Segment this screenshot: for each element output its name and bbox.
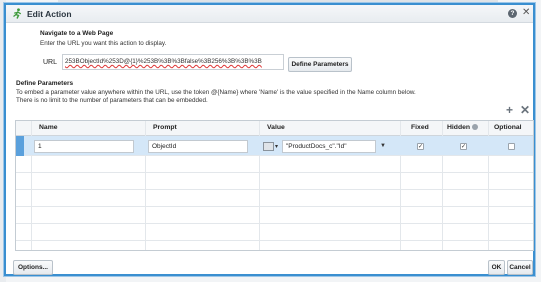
column-header-name: Name: [39, 124, 58, 131]
empty-row: [16, 156, 533, 173]
column-selector-icon[interactable]: [263, 142, 274, 151]
column-header-value: Value: [267, 124, 285, 131]
x-icon[interactable]: ✕: [520, 104, 530, 116]
close-icon[interactable]: ✕: [522, 7, 530, 19]
parameters-heading: Define Parameters: [16, 80, 74, 87]
column-header-hidden-label: Hidden: [447, 124, 471, 131]
table-header: Name Prompt Value Fixed Hidden Optional: [16, 121, 533, 136]
name-input[interactable]: 1: [34, 140, 134, 153]
parameters-note-line2: There is no limit to the number of param…: [16, 97, 208, 104]
parameters-table: Name Prompt Value Fixed Hidden Optional …: [15, 120, 534, 251]
url-input[interactable]: 253BObjectId%253D@{1}%253B%3B%3Bfalse%3B…: [62, 54, 284, 70]
plus-icon[interactable]: +: [506, 104, 513, 116]
column-header-prompt: Prompt: [153, 124, 177, 131]
edit-action-dialog: Edit Action ? ✕ Navigate to a Web Page E…: [4, 3, 535, 276]
prompt-input[interactable]: ObjectId: [148, 140, 248, 153]
value-input[interactable]: "ProductDocs_c"."Id": [282, 140, 376, 153]
options-button[interactable]: Options...: [13, 260, 53, 275]
empty-row: [16, 190, 533, 207]
navigate-heading: Navigate to a Web Page: [40, 30, 114, 37]
question-icon[interactable]: ?: [508, 9, 517, 18]
action-runner-icon: [13, 8, 22, 19]
fixed-checkbox[interactable]: ✓: [417, 143, 424, 150]
info-icon[interactable]: [472, 124, 479, 130]
empty-row: [16, 224, 533, 241]
empty-row: [16, 207, 533, 224]
dialog-title: Edit Action: [27, 9, 72, 19]
chevron-down-icon[interactable]: ▾: [275, 143, 278, 150]
parameters-note-line1: To embed a parameter value anywhere with…: [16, 89, 416, 96]
table-row[interactable]: 1 ObjectId ▾ "ProductDocs_c"."Id" ▼ ✓ ✓: [16, 136, 533, 156]
chevron-down-icon[interactable]: ▼: [380, 143, 386, 149]
url-label: URL: [43, 59, 58, 66]
column-header-fixed: Fixed: [411, 124, 429, 131]
navigate-instructions: Enter the URL you want this action to di…: [40, 40, 167, 47]
row-selector[interactable]: [16, 136, 24, 156]
dialog-titlebar: Edit Action ? ✕: [6, 5, 533, 23]
define-parameters-button[interactable]: Define Parameters: [288, 57, 352, 72]
column-header-optional: Optional: [494, 124, 522, 131]
empty-row: [16, 173, 533, 190]
hidden-checkbox[interactable]: ✓: [460, 143, 467, 150]
optional-checkbox[interactable]: [508, 143, 515, 150]
column-header-hidden: Hidden: [447, 124, 479, 131]
cancel-button[interactable]: Cancel: [507, 260, 533, 275]
ok-button[interactable]: OK: [488, 260, 505, 275]
